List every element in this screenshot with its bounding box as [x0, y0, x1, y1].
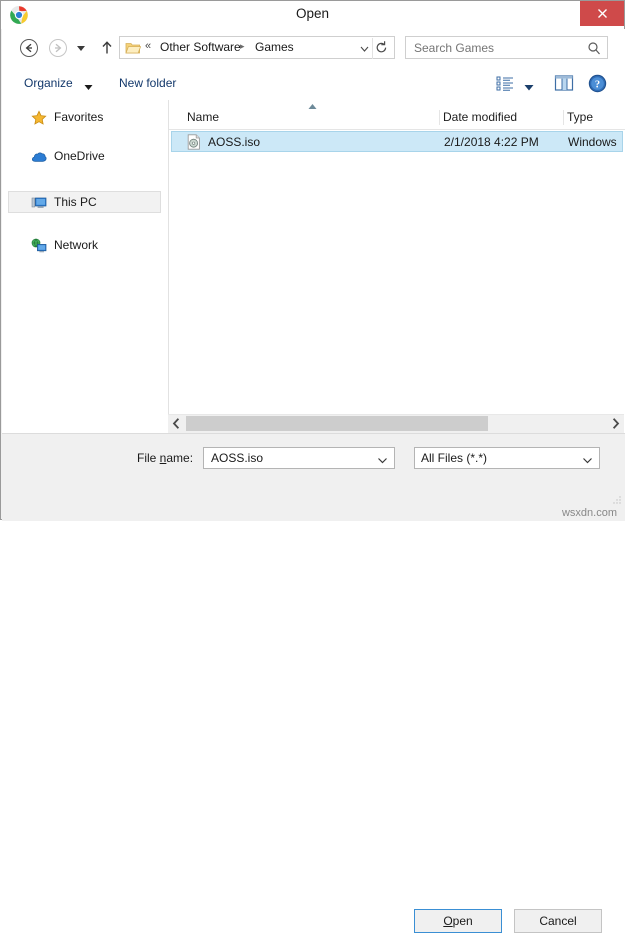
column-divider[interactable] [439, 110, 440, 125]
search-box[interactable] [405, 36, 608, 59]
new-folder-button[interactable]: New folder [119, 76, 176, 90]
chevron-down-icon[interactable] [582, 454, 593, 468]
column-divider[interactable] [563, 110, 564, 125]
sidebar-item-label: Favorites [54, 110, 104, 124]
dialog-content: Favorites OneDrive This PC Network Name … [2, 100, 625, 433]
network-icon [31, 238, 47, 254]
navigation-bar: « Other Software ▸ Games [2, 29, 625, 67]
open-file-dialog: Open « Other Software ▸ Games Search Gam… [0, 0, 625, 933]
computer-icon [31, 195, 47, 211]
title-bar: Open [1, 1, 624, 29]
navigation-pane: Favorites OneDrive This PC Network [2, 100, 169, 433]
sidebar-item-label: Network [54, 238, 99, 252]
column-header-name[interactable]: Name [187, 110, 219, 124]
cancel-button[interactable]: Cancel [514, 909, 602, 933]
forward-button [47, 37, 69, 59]
dialog-footer: File name: All Files (*.*) Open Cancel [2, 433, 625, 933]
column-header-row: Name Date modified Type [169, 107, 625, 130]
open-button-accesskey: O [443, 914, 453, 928]
window-title: Open [295, 6, 330, 21]
breadcrumb-overflow[interactable]: « [145, 40, 151, 52]
file-type-filter-combobox[interactable]: All Files (*.*) [414, 447, 600, 469]
resize-grip[interactable] [612, 494, 622, 504]
organize-button[interactable]: Organize [24, 76, 73, 90]
file-name-cell: AOSS.iso [208, 135, 261, 149]
sidebar-item-label: This PC [54, 195, 97, 209]
scrollbar-thumb[interactable] [186, 416, 489, 431]
open-button[interactable]: Open [414, 909, 502, 933]
folder-icon [125, 41, 142, 55]
breadcrumb-parent[interactable]: Other Software [160, 40, 241, 54]
file-type-filter-value: All Files (*.*) [421, 451, 488, 465]
chevron-down-icon[interactable] [359, 43, 370, 57]
caret-down-icon[interactable] [524, 80, 534, 94]
open-button-label: pen [452, 914, 473, 928]
horizontal-scrollbar[interactable] [168, 414, 624, 433]
scroll-right-icon[interactable] [607, 415, 624, 432]
file-name-label-pre: File [137, 451, 160, 465]
sidebar-item-onedrive[interactable]: OneDrive [8, 145, 161, 167]
sidebar-item-label: OneDrive [54, 149, 105, 163]
search-icon[interactable] [587, 41, 601, 59]
back-button[interactable] [18, 37, 40, 59]
file-list-view: Name Date modified Type AOSS.iso 2/1/201… [169, 100, 625, 433]
sidebar-item-this-pc[interactable]: This PC [8, 191, 161, 213]
file-date-cell: 2/1/2018 4:22 PM [444, 135, 539, 149]
sidebar-item-network[interactable]: Network [8, 234, 161, 256]
command-toolbar: Organize New folder ? [2, 67, 625, 101]
watermark: wsxdn.com [561, 507, 617, 519]
sidebar-item-favorites[interactable]: Favorites [8, 106, 161, 128]
chevron-down-icon[interactable] [377, 454, 388, 468]
column-header-date-modified[interactable]: Date modified [443, 110, 517, 124]
caret-down-icon[interactable] [84, 80, 93, 94]
address-breadcrumb-bar[interactable]: « Other Software ▸ Games [119, 36, 395, 59]
cloud-icon [31, 149, 47, 165]
table-row[interactable]: AOSS.iso 2/1/2018 4:22 PM Windows [171, 131, 623, 152]
disc-image-file-icon [186, 134, 202, 150]
up-button[interactable] [96, 37, 118, 59]
help-icon[interactable]: ? [588, 74, 607, 96]
breadcrumb-current[interactable]: Games [255, 40, 294, 54]
file-name-input[interactable] [209, 450, 368, 466]
file-name-label: File name: [137, 451, 193, 465]
search-input[interactable] [412, 40, 576, 56]
breadcrumb-separator-icon[interactable]: ▸ [240, 41, 245, 52]
scroll-left-icon[interactable] [168, 415, 185, 432]
svg-text:?: ? [595, 80, 600, 91]
refresh-icon[interactable] [373, 40, 391, 56]
view-list-icon[interactable] [496, 75, 515, 95]
file-type-cell: Windows [568, 135, 617, 149]
column-header-type[interactable]: Type [567, 110, 593, 124]
file-name-label-post: ame: [166, 451, 194, 465]
close-icon[interactable] [580, 1, 624, 26]
file-name-combobox[interactable] [203, 447, 395, 469]
star-icon [31, 110, 47, 126]
preview-pane-icon[interactable] [554, 74, 574, 96]
recent-locations-button[interactable] [74, 41, 90, 63]
